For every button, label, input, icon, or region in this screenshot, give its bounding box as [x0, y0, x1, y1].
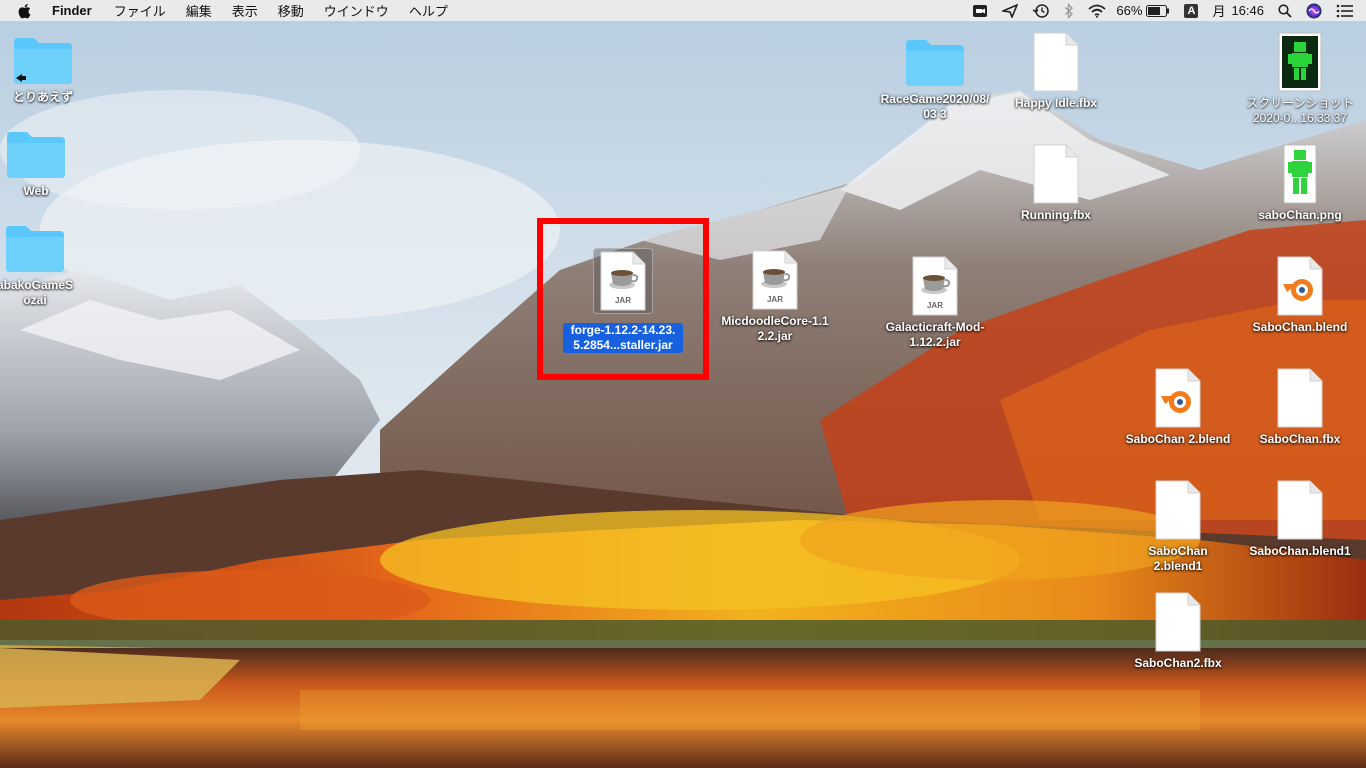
document-icon — [1277, 480, 1323, 540]
highlight-box — [537, 218, 709, 380]
desktop-item-label: SaboChan 2.blend — [1125, 432, 1231, 446]
menu-bar: Finder ファイル 編集 表示 移動 ウインドウ ヘルプ 66% A 月 1… — [0, 0, 1366, 22]
document-icon — [1033, 144, 1079, 204]
desktop-item-label: Galacticraft-Mod-1.12.2.jar — [885, 320, 985, 349]
image-thumbnail-icon — [1283, 144, 1317, 204]
location-icon[interactable] — [1002, 3, 1019, 18]
apple-icon[interactable] — [18, 3, 36, 19]
desktop-item-sabochan-png[interactable]: saboChan.png — [1240, 144, 1360, 224]
menu-help[interactable]: ヘルプ — [409, 1, 448, 20]
desktop-item-sabochan2-blend[interactable]: SaboChan 2.blend — [1118, 368, 1238, 448]
desktop-item-label: スクリーンショット 2020-0...16.33.37 — [1246, 96, 1354, 125]
desktop-item-happy-idle-fbx[interactable]: Happy Idle.fbx — [996, 32, 1116, 112]
image-thumbnail-icon — [1278, 32, 1322, 92]
desktop-item-label: Web — [23, 184, 49, 198]
folder-icon — [7, 132, 65, 178]
blender-file-icon — [1155, 368, 1201, 428]
desktop-item-running-fbx[interactable]: Running.fbx — [996, 144, 1116, 224]
desktop-item-sabochan-blend[interactable]: SaboChan.blend — [1240, 256, 1360, 336]
spotlight-icon[interactable] — [1278, 3, 1292, 18]
desktop-item-galacticraft-jar[interactable]: JAR Galacticraft-Mod-1.12.2.jar — [875, 256, 995, 351]
menu-app-finder[interactable]: Finder — [52, 3, 92, 18]
desktop-item-sabochan2-blend1[interactable]: SaboChan 2.blend1 — [1118, 480, 1238, 575]
jar-file-icon: JAR — [752, 250, 798, 310]
desktop-item-sabochan2-fbx[interactable]: SaboChan2.fbx — [1118, 592, 1238, 672]
desktop-item-micdoodle-jar[interactable]: JAR MicdoodleCore-1.12.2.jar — [715, 250, 835, 345]
document-icon — [1033, 32, 1079, 92]
menu-file[interactable]: ファイル — [114, 1, 166, 20]
desktop-item-toriaezu-folder[interactable]: とりあえず — [0, 34, 103, 106]
desktop-item-label: SaboChan2.fbx — [1134, 656, 1222, 670]
desktop-item-label: SaboChan 2.blend1 — [1148, 544, 1208, 573]
desktop-item-label: RaceGame2020/08/03 3 — [880, 92, 990, 121]
jar-badge: JAR — [927, 301, 943, 310]
input-source-indicator[interactable]: A — [1184, 3, 1199, 18]
desktop-item-web-folder[interactable]: Web — [0, 128, 96, 200]
desktop-item-racegame-folder[interactable]: RaceGame2020/08/03 3 — [875, 36, 995, 123]
jar-file-icon: JAR — [912, 256, 958, 316]
clock-day: 月 — [1212, 4, 1226, 19]
time-machine-icon[interactable] — [1032, 3, 1050, 19]
document-icon — [1155, 592, 1201, 652]
blender-file-icon — [1277, 256, 1323, 316]
folder-icon — [6, 226, 64, 272]
clock-time: 16:46 — [1231, 3, 1264, 18]
menu-window[interactable]: ウインドウ — [324, 1, 389, 20]
desktop-item-label: SaboChan.blend1 — [1249, 544, 1351, 558]
folder-alias-icon — [14, 38, 72, 84]
desktop-item-label: SaboChan.blend — [1252, 320, 1348, 334]
menu-go[interactable]: 移動 — [278, 1, 304, 20]
battery-status[interactable]: 66% — [1116, 3, 1170, 18]
battery-icon — [1146, 4, 1170, 17]
siri-icon[interactable] — [1306, 3, 1322, 19]
desktop-item-label: Happy Idle.fbx — [1014, 96, 1097, 110]
desktop-item-label: Running.fbx — [1021, 208, 1091, 222]
desktop-item-screenshot[interactable]: スクリーンショット 2020-0...16.33.37 — [1240, 32, 1360, 127]
document-icon — [1155, 480, 1201, 540]
menu-view[interactable]: 表示 — [232, 1, 258, 20]
camera-icon[interactable] — [972, 4, 988, 18]
desktop-item-label: とりあえず — [12, 90, 73, 104]
notification-center-icon[interactable] — [1336, 4, 1354, 18]
desktop-item-sabochan-blend1[interactable]: SaboChan.blend1 — [1240, 480, 1360, 560]
battery-percent: 66% — [1116, 3, 1143, 18]
clock[interactable]: 月 16:46 — [1212, 1, 1264, 20]
menu-edit[interactable]: 編集 — [186, 1, 212, 20]
desktop-item-label: abakoGameSozai — [0, 278, 74, 307]
desktop-item-sabochan-fbx[interactable]: SaboChan.fbx — [1240, 368, 1360, 448]
wifi-icon[interactable] — [1088, 4, 1106, 18]
desktop-item-label: MicdoodleCore-1.12.2.jar — [721, 314, 829, 343]
desktop-item-label: SaboChan.fbx — [1259, 432, 1341, 446]
document-icon — [1277, 368, 1323, 428]
desktop-item-label: saboChan.png — [1258, 208, 1342, 222]
jar-badge: JAR — [767, 295, 783, 304]
bluetooth-icon[interactable] — [1064, 2, 1074, 19]
folder-icon — [906, 40, 964, 86]
desktop-item-sozai-folder[interactable]: abakoGameSozai — [0, 222, 95, 309]
